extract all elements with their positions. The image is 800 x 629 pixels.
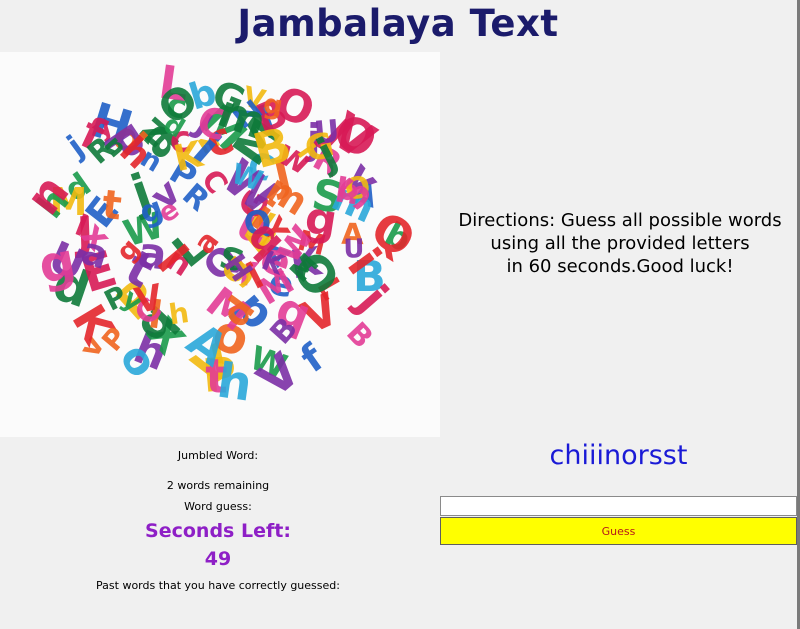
scrambled-letters: chiiinorsst	[549, 440, 688, 471]
word-guess-label: Word guess:	[184, 500, 252, 513]
letter-glyph: h	[167, 296, 191, 331]
guess-button[interactable]: Guess	[440, 517, 797, 545]
directions-line: using all the provided letters	[490, 233, 750, 254]
seconds-left-label: Seconds Left:	[145, 520, 291, 542]
letter-glyph: h	[214, 353, 256, 413]
directions-line: in 60 seconds.Good luck!	[506, 256, 734, 277]
guess-input[interactable]	[440, 496, 797, 516]
page-title: Jambalaya Text	[237, 2, 559, 45]
directions-text: Directions: Guess all possible words usi…	[442, 209, 798, 278]
letter-glyph: U	[343, 234, 365, 264]
past-words-label: Past words that you have correctly guess…	[96, 579, 340, 592]
alphabet-letters-image: bhCavPtKwWXjSqLvOMMvydBBVVRzHJacWjuAjoyf…	[0, 52, 440, 437]
jumbled-word-label: Jumbled Word:	[177, 449, 259, 462]
words-remaining-text: 2 words remaining	[166, 479, 270, 492]
letters-pile-graphic: bhCavPt KwWXjSqLvOMMvydBBVVRzHJ acWjuAjoyf…	[15, 55, 424, 413]
seconds-left-value: 49	[204, 548, 232, 570]
letter-glyph: B	[340, 315, 380, 354]
directions-line: Directions: Guess all possible words	[458, 210, 782, 231]
